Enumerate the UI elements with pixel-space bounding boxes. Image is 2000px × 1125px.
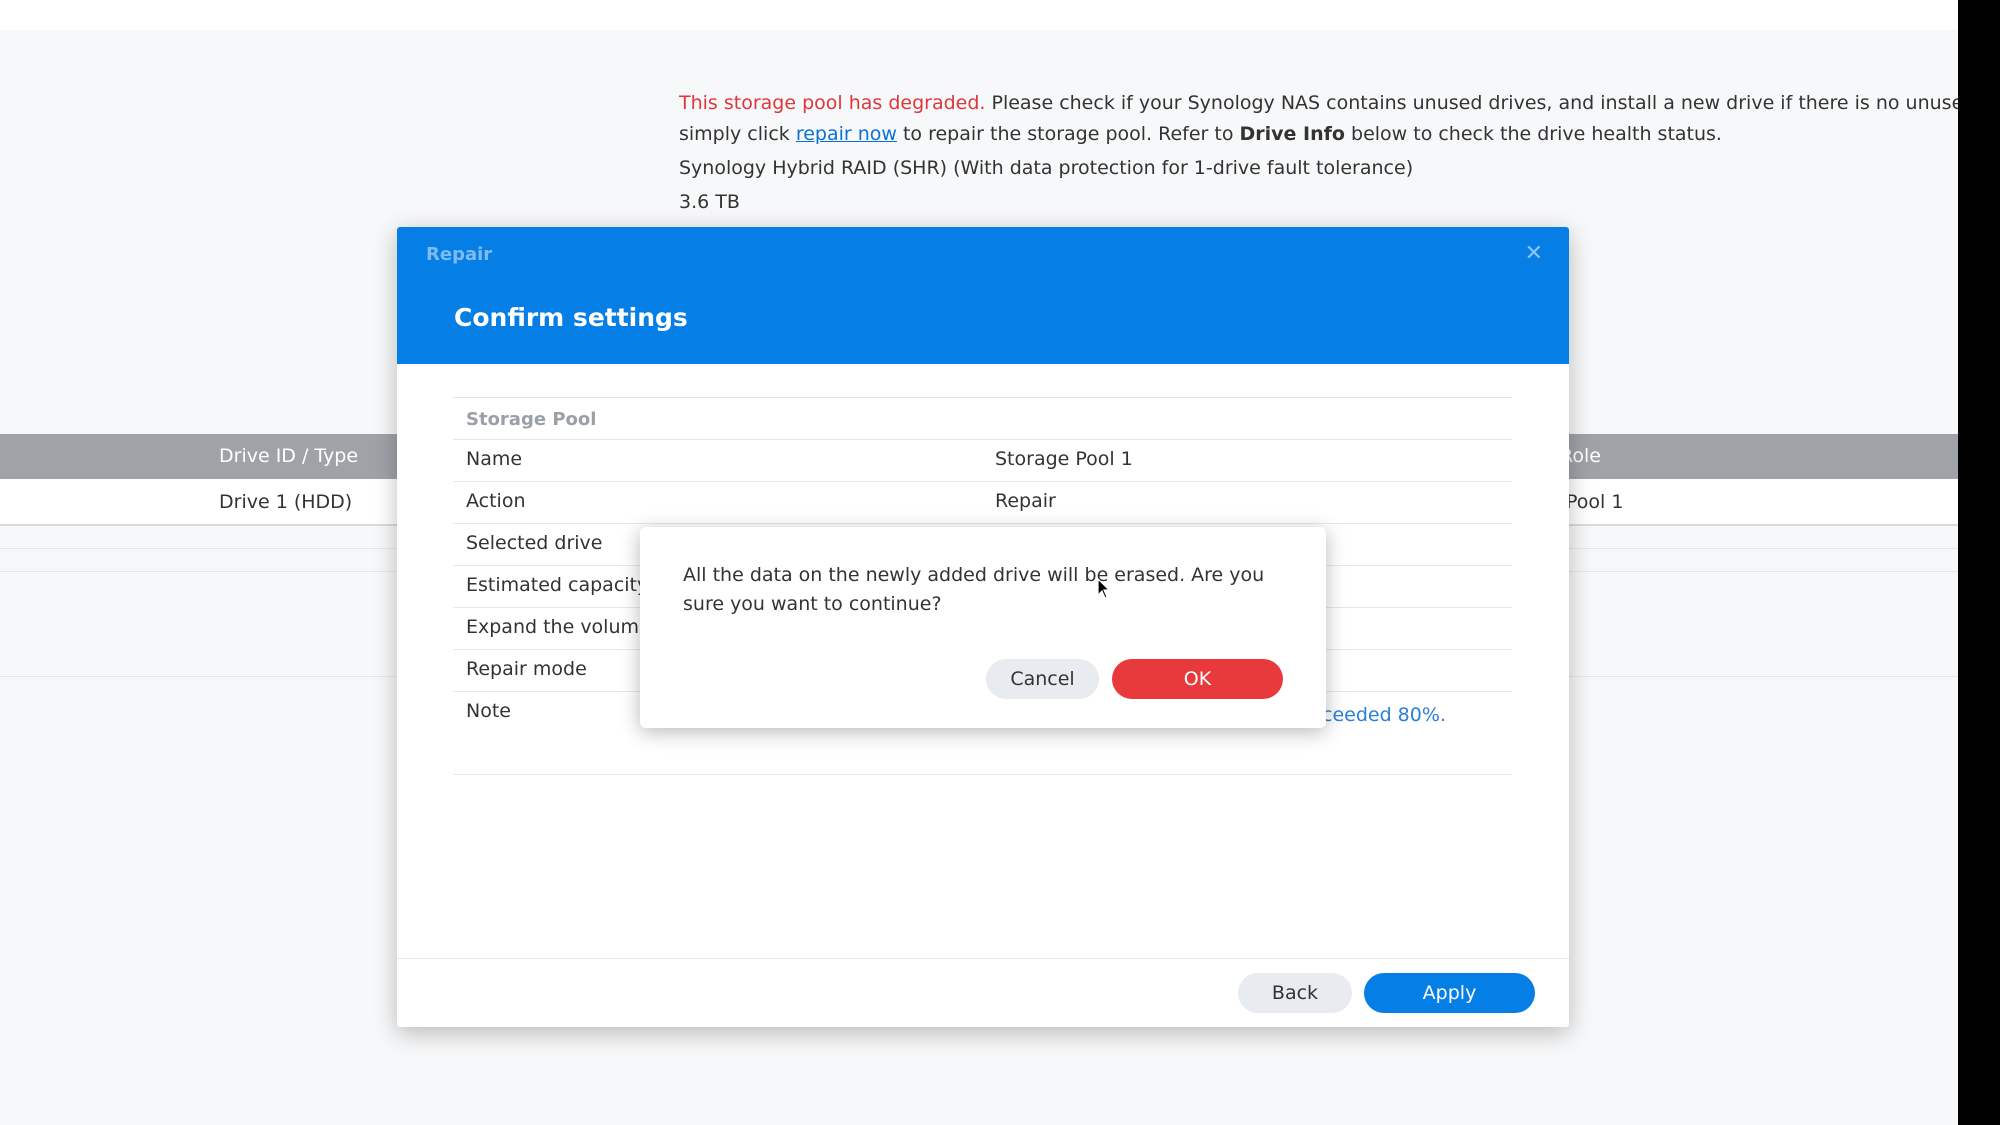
wizard-header: Repair ✕ Confirm settings bbox=[397, 227, 1569, 364]
wizard-title: Confirm settings bbox=[454, 303, 688, 332]
instruction-mid: to repair the storage pool. Refer to bbox=[896, 123, 1240, 145]
repair-now-link[interactable]: repair now bbox=[796, 123, 897, 145]
row-drive-id: Drive 1 (HDD) bbox=[219, 491, 353, 513]
row-role: Pool 1 bbox=[1566, 491, 1624, 513]
instruction-pre: simply click bbox=[679, 123, 796, 145]
apply-button[interactable]: Apply bbox=[1364, 973, 1535, 1013]
row-key: Expand the volume bbox=[466, 616, 651, 638]
row-value: Repair bbox=[995, 490, 1056, 512]
instruction-post: below to check the drive health status. bbox=[1344, 123, 1722, 145]
row-key: Selected drive bbox=[466, 532, 603, 554]
row-key: Name bbox=[466, 448, 523, 470]
section-title: Storage Pool bbox=[466, 409, 597, 430]
footer-divider bbox=[397, 958, 1569, 959]
section-divider bbox=[453, 397, 1512, 398]
wizard-small-title: Repair bbox=[426, 244, 493, 265]
repair-instruction: simply click repair now to repair the st… bbox=[679, 119, 1958, 150]
top-strip bbox=[0, 0, 1958, 30]
screen-edge bbox=[1958, 0, 2000, 1125]
row-key: Repair mode bbox=[466, 658, 587, 680]
degraded-text: This storage pool has degraded. bbox=[679, 92, 986, 114]
ok-button[interactable]: OK bbox=[1112, 659, 1283, 699]
summary-row: Action Repair bbox=[453, 482, 1512, 524]
col-drive-id-type[interactable]: Drive ID / Type bbox=[219, 445, 358, 467]
mouse-cursor-icon bbox=[1097, 578, 1111, 599]
degraded-detail: Please check if your Synology NAS contai… bbox=[985, 92, 1958, 114]
summary-row: Name Storage Pool 1 bbox=[453, 440, 1512, 482]
row-key: Action bbox=[466, 490, 526, 512]
drive-info-ref: Drive Info bbox=[1239, 123, 1345, 145]
degraded-warning: This storage pool has degraded. Please c… bbox=[679, 88, 1958, 119]
raid-type: Synology Hybrid RAID (SHR) (With data pr… bbox=[679, 157, 1414, 179]
pool-status-info: This storage pool has degraded. Please c… bbox=[679, 88, 1958, 218]
pool-capacity: 3.6 TB bbox=[679, 191, 740, 213]
row-key: Note bbox=[466, 700, 511, 722]
popup-message: All the data on the newly added drive wi… bbox=[683, 564, 1265, 615]
row-value: Storage Pool 1 bbox=[995, 448, 1133, 470]
row-key: Estimated capacity bbox=[466, 574, 649, 596]
cancel-button[interactable]: Cancel bbox=[986, 659, 1099, 699]
back-button[interactable]: Back bbox=[1238, 973, 1352, 1013]
confirm-erase-popup: All the data on the newly added drive wi… bbox=[640, 527, 1326, 728]
close-icon[interactable]: ✕ bbox=[1525, 241, 1543, 266]
